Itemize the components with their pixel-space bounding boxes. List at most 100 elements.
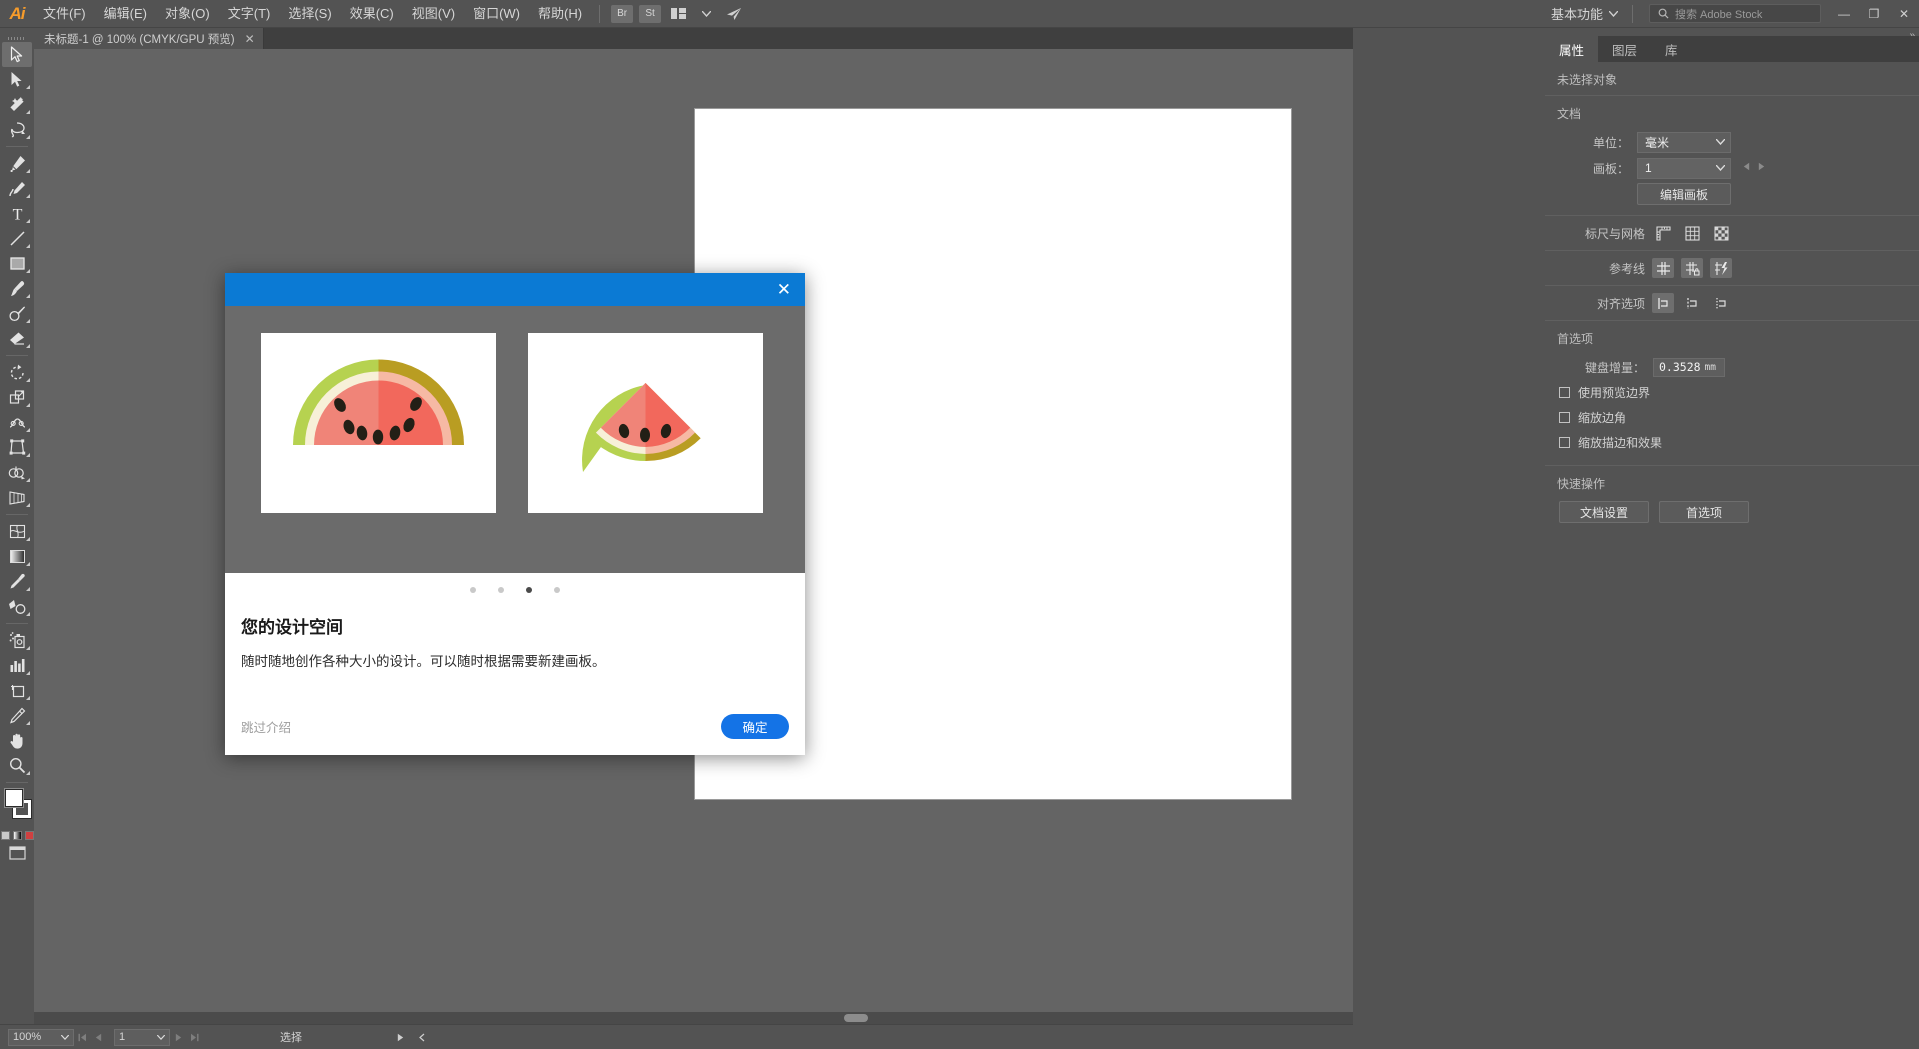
scale-strokes-effects-checkbox[interactable]: 缩放描边和效果 [1545, 430, 1919, 455]
horizontal-scrollbar[interactable] [34, 1012, 1353, 1024]
mesh-tool[interactable] [2, 519, 32, 544]
lasso-tool[interactable] [2, 117, 32, 142]
menu-window[interactable]: 窗口(W) [464, 0, 529, 28]
blend-tool[interactable] [2, 594, 32, 619]
eraser-tool[interactable] [2, 326, 32, 351]
menu-type[interactable]: 文字(T) [219, 0, 280, 28]
zoom-level-field[interactable]: 100% [8, 1028, 74, 1046]
status-menu-icon[interactable] [414, 1029, 430, 1046]
width-tool[interactable] [2, 410, 32, 435]
column-graph-tool[interactable] [2, 653, 32, 678]
next-artboard-icon[interactable] [1758, 162, 1765, 174]
ok-button[interactable]: 确定 [721, 714, 789, 739]
artboard-tool[interactable] [2, 678, 32, 703]
arrange-documents-icon[interactable] [666, 4, 690, 24]
minimize-button[interactable]: — [1829, 0, 1859, 28]
carousel-dot-1[interactable] [470, 586, 476, 593]
menu-effect[interactable]: 效果(C) [341, 0, 403, 28]
stock-icon[interactable]: St [639, 4, 662, 23]
skip-intro-link[interactable]: 跳过介绍 [241, 717, 291, 736]
menu-view[interactable]: 视图(V) [403, 0, 464, 28]
maximize-restore-button[interactable]: ❐ [1859, 0, 1889, 28]
scale-tool[interactable] [2, 385, 32, 410]
selection-tool[interactable] [2, 42, 32, 67]
tab-layers[interactable]: 图层 [1598, 36, 1651, 62]
keyboard-increment-input[interactable]: 0.3528 mm [1653, 357, 1725, 377]
rectangle-tool[interactable] [2, 251, 32, 276]
line-segment-tool[interactable] [2, 226, 32, 251]
menu-object[interactable]: 对象(O) [156, 0, 219, 28]
previous-artboard-icon[interactable] [90, 1029, 106, 1046]
previous-artboard-icon[interactable] [1743, 162, 1750, 174]
magic-wand-tool[interactable] [2, 92, 32, 117]
guides-label: 参考线 [1608, 261, 1645, 276]
smart-guides-icon[interactable] [1710, 258, 1732, 278]
gradient-button[interactable] [12, 831, 22, 840]
checkbox-box[interactable] [1559, 387, 1570, 398]
lock-guides-icon[interactable] [1681, 258, 1703, 278]
menu-file[interactable]: 文件(F) [34, 0, 95, 28]
edit-artboards-button[interactable]: 编辑画板 [1637, 183, 1731, 205]
menu-edit[interactable]: 编辑(E) [95, 0, 156, 28]
paintbrush-tool[interactable] [2, 276, 32, 301]
slice-tool[interactable] [2, 703, 32, 728]
zoom-tool[interactable] [2, 753, 32, 778]
type-tool[interactable]: T [2, 201, 32, 226]
direct-selection-tool[interactable] [2, 67, 32, 92]
carousel-dot-3[interactable] [526, 586, 532, 593]
horizontal-scroll-thumb[interactable] [844, 1014, 868, 1022]
curvature-tool[interactable] [2, 176, 32, 201]
artboard-number-field[interactable]: 1 [114, 1028, 170, 1046]
close-icon[interactable]: ✕ [245, 32, 255, 46]
share-icon[interactable] [722, 4, 746, 24]
menu-help[interactable]: 帮助(H) [529, 0, 591, 28]
fill-color-swatch[interactable] [4, 788, 24, 808]
rotate-tool[interactable] [2, 360, 32, 385]
play-icon[interactable] [392, 1029, 408, 1046]
tab-properties[interactable]: 属性 [1545, 36, 1599, 62]
change-screen-mode-icon[interactable] [0, 846, 34, 860]
toolbar-divider-2 [6, 355, 28, 356]
artboard-select[interactable]: 1 [1637, 157, 1731, 179]
carousel-dot-2[interactable] [498, 586, 504, 593]
document-setup-button[interactable]: 文档设置 [1559, 501, 1649, 523]
chevron-down-icon[interactable] [694, 4, 718, 24]
show-grid-icon[interactable] [1681, 223, 1703, 243]
hand-tool[interactable] [2, 728, 32, 753]
perspective-grid-tool[interactable] [2, 485, 32, 510]
last-artboard-icon[interactable] [186, 1029, 202, 1046]
preferences-button[interactable]: 首选项 [1659, 501, 1749, 523]
color-button[interactable] [0, 831, 10, 840]
blob-brush-tool[interactable] [2, 301, 32, 326]
units-select[interactable]: 毫米 [1637, 131, 1731, 153]
show-rulers-icon[interactable] [1652, 223, 1674, 243]
free-transform-tool[interactable] [2, 435, 32, 460]
align-to-key-object-icon[interactable] [1681, 293, 1703, 313]
close-window-button[interactable]: ✕ [1889, 0, 1919, 28]
show-guides-icon[interactable] [1652, 258, 1674, 278]
symbol-sprayer-tool[interactable] [2, 628, 32, 653]
tab-libraries[interactable]: 库 [1651, 36, 1692, 62]
none-button[interactable] [24, 831, 34, 840]
menu-select[interactable]: 选择(S) [279, 0, 340, 28]
checkbox-box[interactable] [1559, 437, 1570, 448]
eyedropper-tool[interactable] [2, 569, 32, 594]
scale-corners-checkbox[interactable]: 缩放边角 [1545, 405, 1919, 430]
align-to-selection-icon[interactable] [1652, 293, 1674, 313]
first-artboard-icon[interactable] [74, 1029, 90, 1046]
shape-builder-tool[interactable] [2, 460, 32, 485]
document-tab[interactable]: 未标题-1 @ 100% (CMYK/GPU 预览) ✕ [34, 28, 264, 49]
align-to-artboard-icon[interactable] [1710, 293, 1732, 313]
search-input[interactable]: 搜索 Adobe Stock [1649, 4, 1821, 23]
carousel-dot-4[interactable] [554, 586, 560, 593]
toolbar-grip[interactable] [0, 34, 34, 42]
checkbox-box[interactable] [1559, 412, 1570, 423]
next-artboard-icon[interactable] [170, 1029, 186, 1046]
close-icon[interactable]: ✕ [773, 279, 795, 300]
gradient-tool[interactable] [2, 544, 32, 569]
show-transparency-grid-icon[interactable] [1710, 223, 1732, 243]
use-preview-bounds-checkbox[interactable]: 使用预览边界 [1545, 380, 1919, 405]
workspace-switcher[interactable]: 基本功能 [1541, 4, 1624, 23]
pen-tool[interactable] [2, 151, 32, 176]
bridge-icon[interactable]: Br [611, 4, 634, 23]
